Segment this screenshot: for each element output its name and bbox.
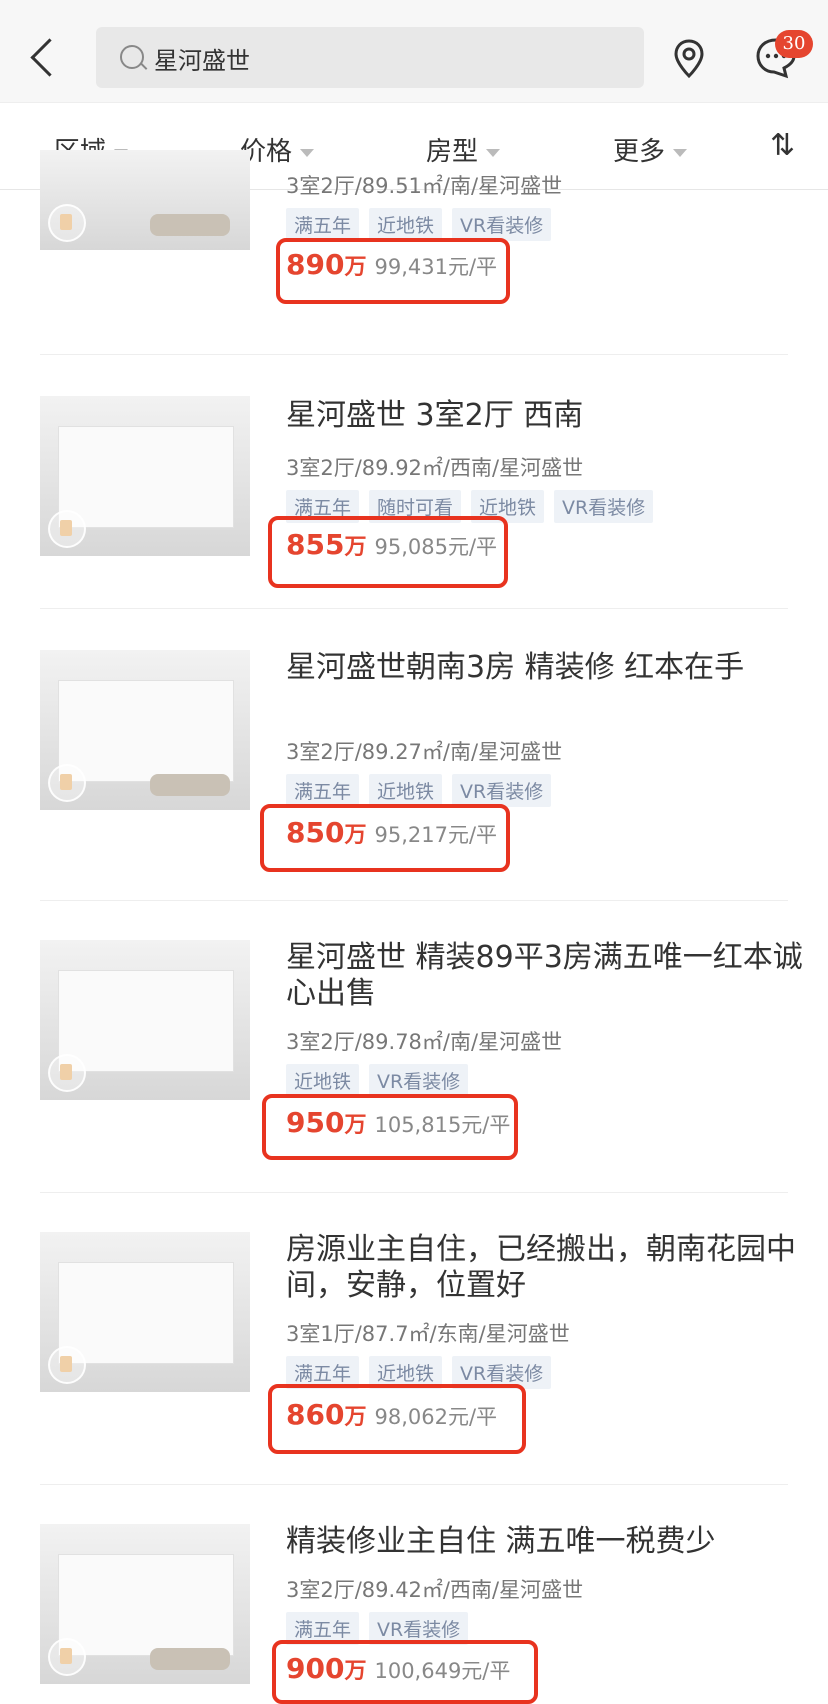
- highlight-box: [276, 238, 510, 304]
- photo-decoration: [150, 1648, 230, 1670]
- listing-subtitle: 3室1厅/87.7㎡/东南/星河盛世: [286, 1322, 570, 1346]
- listing-subtitle: 3室2厅/89.27㎡/南/星河盛世: [286, 740, 563, 764]
- tag: VR看装修: [369, 1064, 469, 1097]
- listing-tags: 近地铁 VR看装修: [286, 1064, 478, 1097]
- listing-tags: 满五年 近地铁 VR看装修: [286, 208, 561, 241]
- listing-title: 星河盛世朝南3房 精装修 红本在手: [286, 650, 745, 685]
- tag: 近地铁: [286, 1064, 360, 1097]
- tag: 近地铁: [369, 208, 443, 241]
- listing-photo: [40, 940, 250, 1100]
- divider: [40, 1192, 788, 1193]
- listing-tags: 满五年 近地铁 VR看装修: [286, 774, 561, 807]
- listing-card[interactable]: 3室2厅/89.51㎡/南/星河盛世 满五年 近地铁 VR看装修 890万 99,43…: [40, 150, 790, 316]
- listing-subtitle: 3室2厅/89.51㎡/南/星河盛世: [286, 174, 563, 198]
- photo-decoration: [58, 680, 234, 782]
- vr-icon: [48, 1054, 86, 1092]
- chevron-down-icon: [486, 148, 501, 157]
- listing-subtitle: 3室2厅/89.92㎡/西南/星河盛世: [286, 456, 584, 480]
- vr-icon: [48, 204, 86, 242]
- listing-photo: [40, 396, 250, 556]
- location-pin-icon[interactable]: [666, 36, 712, 82]
- chevron-down-icon: [673, 148, 688, 157]
- listing-title: 房源业主自住，已经搬出，朝南花园中间，安静，位置好: [286, 1232, 796, 1303]
- listing-title: 星河盛世 3室2厅 西南: [286, 398, 584, 433]
- listing-card[interactable]: 星河盛世 精装89平3房满五唯一红本诚心出售 3室2厅/89.78㎡/南/星河盛…: [40, 940, 803, 1200]
- listing-photo: [40, 150, 250, 250]
- photo-decoration: [150, 774, 230, 796]
- tag: VR看装修: [452, 208, 552, 241]
- divider: [40, 354, 788, 355]
- message-count-badge: 30: [775, 30, 813, 58]
- listing-card[interactable]: 精装修业主自住 满五唯一税费少 3室2厅/89.42㎡/西南/星河盛世 满五年 V…: [40, 1524, 790, 1704]
- listing-photo: [40, 1232, 250, 1392]
- photo-decoration: [58, 1554, 234, 1656]
- highlight-box: [260, 804, 510, 872]
- listing-title: 星河盛世 精装89平3房满五唯一红本诚心出售: [286, 940, 803, 1011]
- highlight-box: [272, 1640, 538, 1704]
- vr-icon: [48, 764, 86, 802]
- vr-icon: [48, 1638, 86, 1676]
- tag: 满五年: [286, 208, 360, 241]
- listing-card[interactable]: 房源业主自住，已经搬出，朝南花园中间，安静，位置好 3室1厅/87.7㎡/东南/…: [40, 1232, 796, 1492]
- sort-icon[interactable]: ⇅: [770, 128, 795, 163]
- tag: 近地铁: [369, 774, 443, 807]
- filter-more-label: 更多: [613, 137, 666, 167]
- tag: VR看装修: [452, 774, 552, 807]
- filter-layout[interactable]: 房型: [426, 131, 501, 168]
- vr-icon: [48, 510, 86, 548]
- vr-icon: [48, 1346, 86, 1384]
- listing-photo: [40, 650, 250, 810]
- filter-price[interactable]: 价格: [240, 131, 315, 168]
- search-bar[interactable]: 星河盛世: [96, 27, 644, 88]
- filter-layout-label: 房型: [426, 137, 479, 167]
- photo-decoration: [58, 1262, 234, 1364]
- photo-decoration: [58, 970, 234, 1072]
- divider: [40, 1484, 788, 1485]
- back-icon[interactable]: [28, 36, 62, 80]
- photo-decoration: [150, 214, 230, 236]
- divider: [40, 900, 788, 901]
- listing-card[interactable]: 星河盛世 3室2厅 西南 3室2厅/89.92㎡/西南/星河盛世 满五年 随时可看…: [40, 396, 790, 636]
- top-bar: 星河盛世 30: [0, 0, 828, 102]
- search-icon: [120, 45, 144, 69]
- divider: [40, 608, 788, 609]
- highlight-box: [268, 1384, 526, 1454]
- listing-card[interactable]: 星河盛世朝南3房 精装修 红本在手 3室2厅/89.27㎡/南/星河盛世 满五年…: [40, 650, 790, 910]
- chevron-down-icon: [300, 148, 315, 157]
- photo-decoration: [58, 426, 234, 528]
- listing-subtitle: 3室2厅/89.42㎡/西南/星河盛世: [286, 1578, 584, 1602]
- listing-title: 精装修业主自住 满五唯一税费少: [286, 1524, 716, 1559]
- highlight-box: [268, 516, 508, 588]
- filter-more[interactable]: 更多: [613, 131, 688, 168]
- search-input[interactable]: 星河盛世: [154, 41, 250, 76]
- listing-subtitle: 3室2厅/89.78㎡/南/星河盛世: [286, 1030, 563, 1054]
- tag: VR看装修: [554, 490, 654, 523]
- tag: 满五年: [286, 774, 360, 807]
- listing-photo: [40, 1524, 250, 1684]
- highlight-box: [262, 1094, 518, 1160]
